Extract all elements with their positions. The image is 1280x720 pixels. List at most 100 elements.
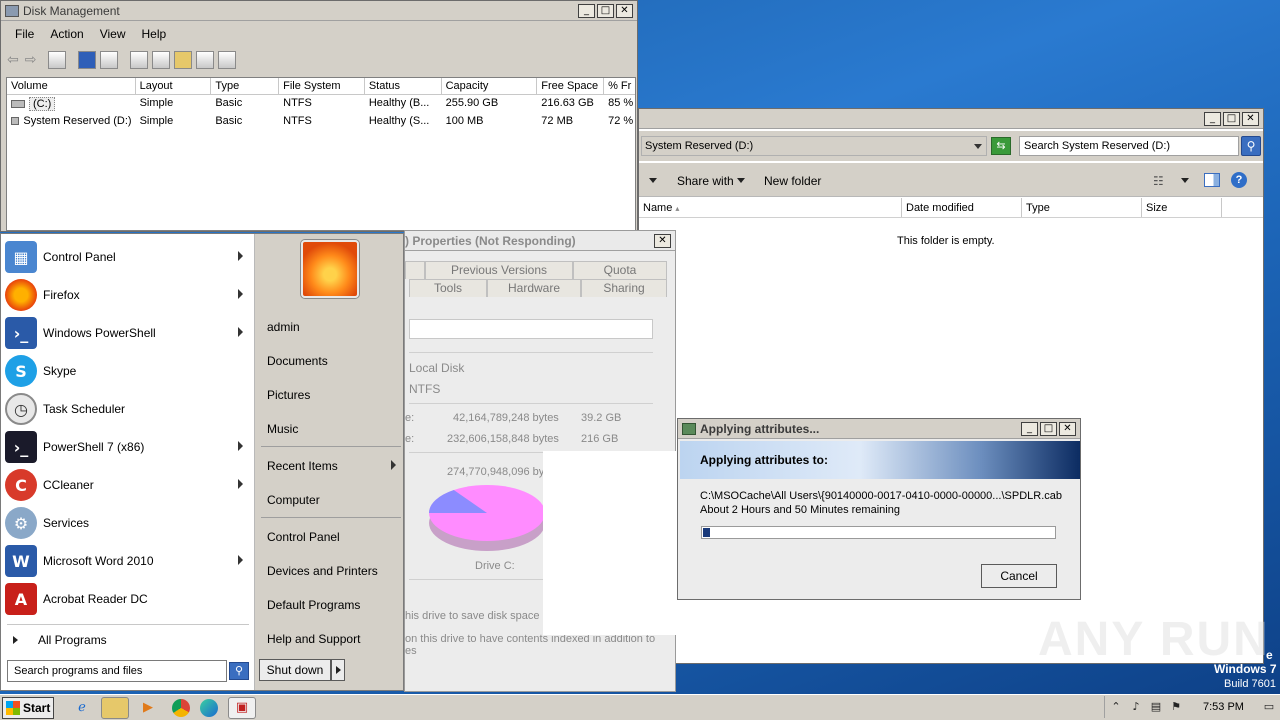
program-windows-powershell[interactable]: ›_ Windows PowerShell <box>5 315 251 351</box>
preview-pane-icon[interactable] <box>1204 173 1220 187</box>
program-firefox[interactable]: Firefox <box>5 277 251 313</box>
close-button[interactable]: ✕ <box>616 4 633 18</box>
properties-icon[interactable] <box>100 51 119 69</box>
column-header-percentfree[interactable]: % Fr <box>604 78 635 94</box>
properties-titlebar[interactable]: ) Properties (Not Responding) ✕ <box>405 231 675 251</box>
tab-quota[interactable]: Quota <box>573 261 667 279</box>
search-icon[interactable]: ⚲ <box>229 662 249 680</box>
column-header-status[interactable]: Status <box>365 78 442 94</box>
view-options-icon[interactable]: ☷ <box>1153 174 1164 188</box>
program-skype[interactable]: S Skype <box>5 353 251 389</box>
minimize-button[interactable]: _ <box>1021 422 1038 436</box>
help-support-link[interactable]: Help and Support <box>267 632 360 646</box>
volume-label-input[interactable] <box>409 319 653 339</box>
tab-left-partial[interactable] <box>405 261 425 279</box>
file-explorer-icon[interactable] <box>101 696 129 719</box>
user-picture[interactable] <box>301 240 359 298</box>
pictures-link[interactable]: Pictures <box>267 388 310 402</box>
minimize-button[interactable]: _ <box>578 4 595 18</box>
close-button[interactable]: ✕ <box>1059 422 1076 436</box>
program-acrobat-reader[interactable]: A Acrobat Reader DC <box>5 581 251 617</box>
tab-tools[interactable]: Tools <box>409 279 487 297</box>
search-input[interactable]: Search System Reserved (D:) <box>1019 136 1239 156</box>
recent-items-link[interactable]: Recent Items <box>267 459 338 473</box>
edge-icon[interactable] <box>200 698 218 717</box>
view-chevron-icon[interactable] <box>1181 178 1189 183</box>
column-header-layout[interactable]: Layout <box>136 78 212 94</box>
program-task-scheduler[interactable]: ◷ Task Scheduler <box>5 391 251 427</box>
show-desktop-icon[interactable]: ▭ <box>1262 700 1276 714</box>
control-panel-link[interactable]: Control Panel <box>267 530 340 544</box>
column-header-filesystem[interactable]: File System <box>279 78 365 94</box>
explorer-titlebar[interactable]: _ □ ✕ <box>639 109 1263 129</box>
column-header-name[interactable]: Name ▴ <box>639 198 902 217</box>
search-icon[interactable]: ⚲ <box>1241 136 1261 156</box>
close-button[interactable]: ✕ <box>1242 112 1259 126</box>
shutdown-options-button[interactable] <box>331 659 345 681</box>
column-header-freespace[interactable]: Free Space <box>537 78 605 94</box>
disk-management-titlebar[interactable]: Disk Management _ □ ✕ <box>1 1 637 21</box>
network-icon[interactable]: ▤ <box>1149 700 1163 714</box>
disk-management-task-icon[interactable]: ▣ <box>228 696 256 719</box>
cancel-button[interactable]: Cancel <box>981 564 1057 588</box>
program-control-panel[interactable]: ▦ Control Panel <box>5 239 251 275</box>
start-button[interactable]: Start <box>2 696 54 719</box>
menu-help[interactable]: Help <box>134 25 175 43</box>
column-header-capacity[interactable]: Capacity <box>442 78 538 94</box>
program-word-2010[interactable]: W Microsoft Word 2010 <box>5 543 251 579</box>
shutdown-button[interactable]: Shut down <box>259 659 331 681</box>
all-programs-button[interactable]: All Programs <box>9 630 249 650</box>
tab-hardware[interactable]: Hardware <box>487 279 581 297</box>
show-hide-console-icon[interactable] <box>48 51 67 69</box>
applying-titlebar[interactable]: Applying attributes... _ □ ✕ <box>678 419 1080 439</box>
devices-printers-link[interactable]: Devices and Printers <box>267 564 378 578</box>
flag-icon[interactable]: ⚑ <box>1169 700 1183 714</box>
media-player-icon[interactable]: ▶ <box>134 697 162 719</box>
default-programs-link[interactable]: Default Programs <box>267 598 360 612</box>
menu-action[interactable]: Action <box>42 25 91 43</box>
search-icon[interactable] <box>196 51 215 69</box>
table-row[interactable]: (C:) Simple Basic NTFS Healthy (B... 255… <box>7 96 635 112</box>
column-header-type[interactable]: Type <box>1022 198 1142 217</box>
tab-previous-versions[interactable]: Previous Versions <box>425 261 573 279</box>
column-header-type[interactable]: Type <box>211 78 280 94</box>
chrome-icon[interactable] <box>172 698 190 717</box>
help-icon[interactable] <box>78 51 97 69</box>
forward-icon[interactable]: ⇨ <box>25 52 37 68</box>
new-folder-button[interactable]: New folder <box>764 174 821 188</box>
search-programs-input[interactable]: Search programs and files <box>7 660 227 682</box>
clock[interactable]: 7:53 PM <box>1203 701 1244 713</box>
menu-view[interactable]: View <box>92 25 134 43</box>
share-with-button[interactable]: Share with <box>677 174 734 188</box>
organize-chevron-icon[interactable] <box>649 178 657 183</box>
column-header-volume[interactable]: Volume <box>7 78 136 94</box>
back-icon[interactable]: ⇦ <box>7 52 19 68</box>
tab-sharing[interactable]: Sharing <box>581 279 667 297</box>
maximize-button[interactable]: □ <box>1040 422 1057 436</box>
disk-properties-icon[interactable] <box>218 51 237 69</box>
show-hidden-icons-icon[interactable]: ⌃ <box>1109 700 1123 714</box>
settings-icon[interactable] <box>152 51 171 69</box>
open-folder-icon[interactable] <box>174 51 193 69</box>
table-row[interactable]: System Reserved (D:) Simple Basic NTFS H… <box>7 114 635 128</box>
close-button[interactable]: ✕ <box>654 234 671 248</box>
internet-explorer-icon[interactable]: ℯ <box>68 697 96 719</box>
minimize-button[interactable]: _ <box>1204 112 1221 126</box>
user-name-link[interactable]: admin <box>267 320 300 334</box>
maximize-button[interactable]: □ <box>1223 112 1240 126</box>
address-bar[interactable]: System Reserved (D:) <box>641 136 987 156</box>
chevron-down-icon[interactable] <box>974 144 982 149</box>
maximize-button[interactable]: □ <box>597 4 614 18</box>
documents-link[interactable]: Documents <box>267 354 328 368</box>
menu-file[interactable]: File <box>7 25 42 43</box>
program-services[interactable]: ⚙ Services <box>5 505 251 541</box>
refresh-icon[interactable] <box>130 51 149 69</box>
program-ccleaner[interactable]: C CCleaner <box>5 467 251 503</box>
help-icon[interactable]: ? <box>1231 172 1247 188</box>
volume-icon[interactable]: ♪ <box>1129 700 1143 714</box>
music-link[interactable]: Music <box>267 422 298 436</box>
computer-link[interactable]: Computer <box>267 493 320 507</box>
column-header-date-modified[interactable]: Date modified <box>902 198 1022 217</box>
refresh-icon[interactable]: ⇆ <box>991 137 1011 155</box>
program-powershell-7[interactable]: ›_ PowerShell 7 (x86) <box>5 429 251 465</box>
